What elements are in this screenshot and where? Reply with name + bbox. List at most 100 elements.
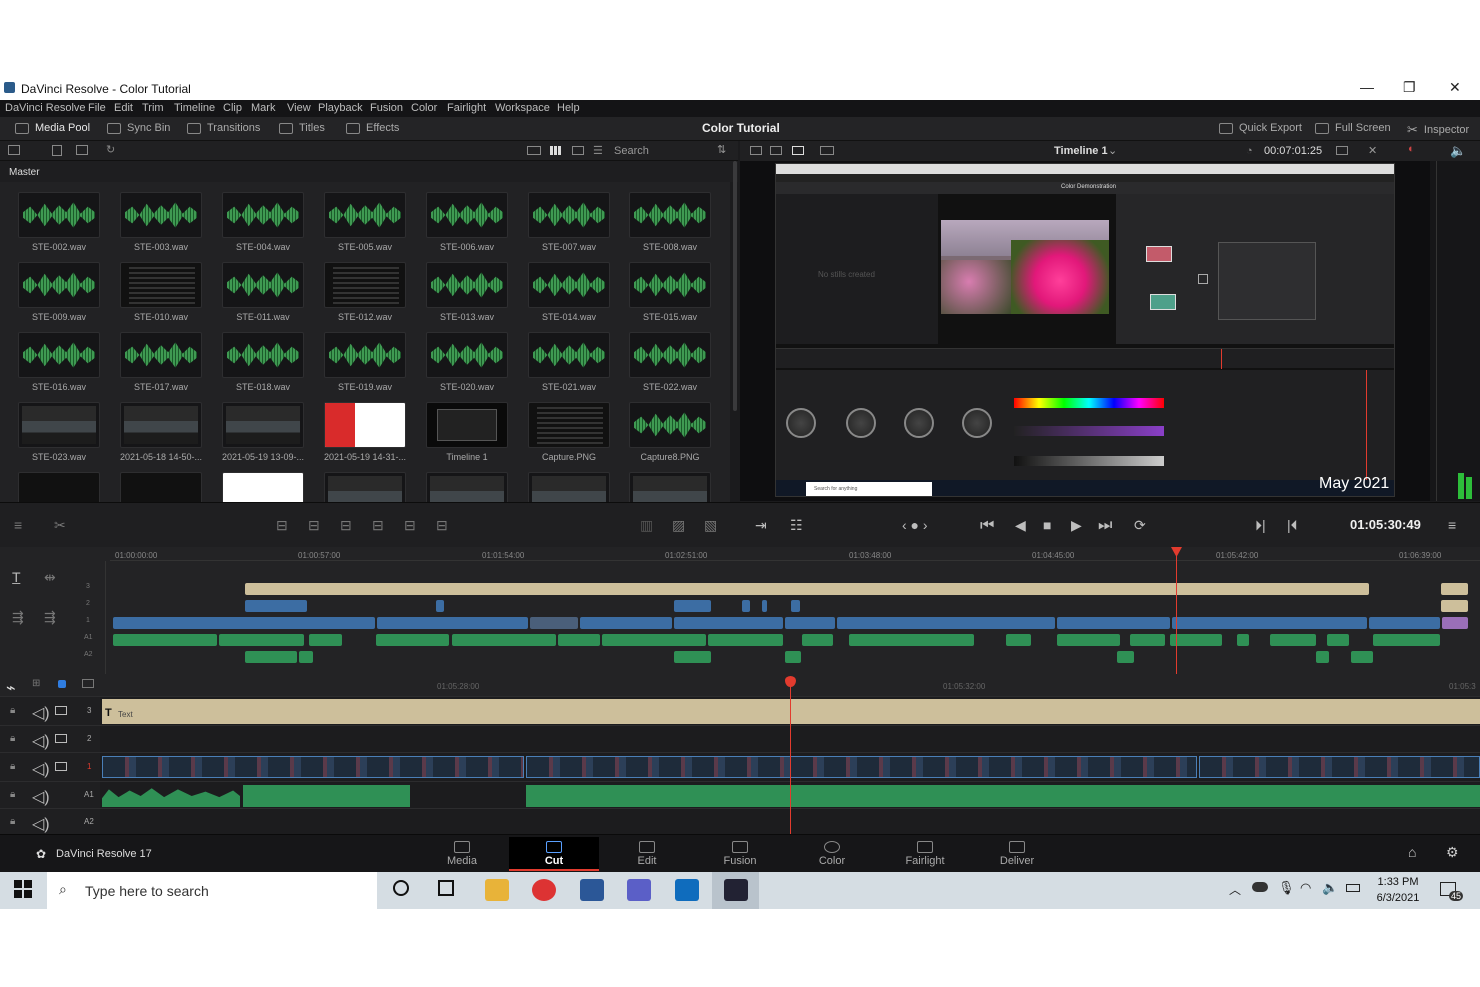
timeline-clip[interactable]: [1172, 617, 1367, 629]
track-lock-icon[interactable]: ⇶: [44, 609, 56, 626]
microphone-icon[interactable]: 🎙︎: [1278, 880, 1295, 896]
clip-thumbnail[interactable]: [629, 472, 711, 502]
thumbnail-view-icon[interactable]: [550, 146, 562, 155]
timeline-clip[interactable]: [299, 651, 313, 663]
timeline-clip[interactable]: [219, 634, 304, 646]
track-v1[interactable]: 🔒︎ ◁) 1: [0, 752, 1480, 782]
marker-icon[interactable]: [58, 680, 66, 688]
go-to-start-icon[interactable]: ⏮: [980, 517, 994, 535]
timeline-clip[interactable]: [674, 617, 783, 629]
clip-thumbnail[interactable]: 2021-05-19 14-31-...: [324, 402, 406, 462]
track-a1[interactable]: 🔒︎ ◁) A1: [0, 781, 1480, 809]
clip-thumbnail[interactable]: [426, 472, 508, 502]
quick-export-button[interactable]: Quick Export: [1219, 122, 1302, 134]
source-overwrite-icon[interactable]: ⊟: [436, 517, 448, 534]
home-icon[interactable]: ⌂: [1408, 844, 1416, 860]
timeline-clip[interactable]: [1441, 600, 1468, 612]
timeline-clip[interactable]: [1270, 634, 1316, 646]
upper-ruler[interactable]: 01:00:00:00 01:00:57:00 01:01:54:00 01:0…: [110, 547, 1480, 561]
go-to-end-icon[interactable]: ⏭: [1098, 517, 1112, 535]
new-bin-icon[interactable]: [52, 145, 62, 156]
play-icon[interactable]: ▶: [1071, 517, 1082, 534]
smooth-cut-icon[interactable]: ▧: [704, 517, 717, 534]
clip-thumbnail[interactable]: STE-017.wav: [120, 332, 202, 392]
media-pool-button[interactable]: Media Pool: [15, 122, 90, 134]
bin-name[interactable]: Master: [9, 167, 40, 178]
lock-icon[interactable]: 🔒︎: [10, 705, 15, 716]
timeline-clip[interactable]: [1006, 634, 1031, 646]
viewer-options-icon[interactable]: [1336, 146, 1348, 155]
video-clip[interactable]: [1199, 756, 1480, 778]
clip-thumbnail[interactable]: STE-004.wav: [222, 192, 304, 252]
clip-thumbnail[interactable]: [324, 472, 406, 502]
clip-thumbnail[interactable]: STE-007.wav: [528, 192, 610, 252]
battery-icon[interactable]: [1346, 884, 1360, 892]
timeline-clip[interactable]: [558, 634, 600, 646]
audio-trim-icon[interactable]: ≡: [14, 517, 22, 533]
clip-thumbnail[interactable]: Timeline 1: [426, 402, 508, 462]
color-wheel-icon[interactable]: ◐: [1408, 143, 1415, 155]
track-v3[interactable]: 🔒︎ ◁) 3 T Text: [0, 696, 1480, 726]
clip-thumbnail[interactable]: STE-002.wav: [18, 192, 100, 252]
clip-thumbnail[interactable]: STE-020.wav: [426, 332, 508, 392]
timeline-clip[interactable]: [762, 600, 767, 612]
clip-thumbnail[interactable]: STE-014.wav: [528, 262, 610, 322]
menu-fairlight[interactable]: Fairlight: [447, 102, 486, 114]
video-clip[interactable]: [102, 756, 524, 778]
timeline-clip[interactable]: [708, 634, 783, 646]
menu-help[interactable]: Help: [557, 102, 580, 114]
timeline-clip[interactable]: [1170, 634, 1222, 646]
place-on-top-icon[interactable]: ⊟: [404, 517, 416, 534]
timeline-clip[interactable]: [376, 634, 449, 646]
gear-icon[interactable]: ⚙: [1446, 844, 1459, 861]
audio-icon[interactable]: ◁): [32, 787, 50, 807]
menu-davinci[interactable]: DaVinci Resolve: [5, 102, 86, 114]
taskbar-search[interactable]: ⌕ Type here to search: [47, 872, 377, 909]
timeline-name[interactable]: Timeline 1: [1054, 145, 1108, 157]
track-v2[interactable]: 🔒︎ ◁) 2: [0, 725, 1480, 753]
timeline-clip[interactable]: [309, 634, 342, 646]
panel-toggle-icon[interactable]: [8, 145, 20, 155]
titles-button[interactable]: Titles: [279, 122, 325, 134]
menu-color[interactable]: Color: [411, 102, 437, 114]
video-clip[interactable]: [526, 756, 1197, 778]
clip-thumbnail[interactable]: STE-013.wav: [426, 262, 508, 322]
clip-thumbnail[interactable]: [120, 472, 202, 502]
menu-clip[interactable]: Clip: [223, 102, 242, 114]
filmstrip-view-icon[interactable]: [572, 146, 584, 155]
chevron-up-icon[interactable]: ︿: [1229, 881, 1241, 898]
timeline-clip[interactable]: [452, 634, 556, 646]
vivaldi-icon[interactable]: [532, 879, 556, 901]
source-tape-icon[interactable]: [770, 146, 782, 155]
video-toggle-icon[interactable]: [55, 762, 67, 771]
timeline-clip[interactable]: [1316, 651, 1329, 663]
smart-insert-icon[interactable]: ⊟: [276, 517, 288, 534]
clip-thumbnail[interactable]: STE-011.wav: [222, 262, 304, 322]
timeline-clip[interactable]: [1351, 651, 1373, 663]
word-icon[interactable]: [580, 879, 604, 901]
refresh-icon[interactable]: ↻: [106, 143, 115, 156]
page-color[interactable]: Color: [787, 837, 877, 871]
track-a2[interactable]: 🔒︎ ◁) A2: [0, 808, 1480, 835]
full-screen-button[interactable]: Full Screen: [1315, 122, 1391, 134]
timeline-clip[interactable]: [113, 634, 217, 646]
clip-thumbnail[interactable]: 2021-05-19 13-09-...: [222, 402, 304, 462]
windows-start-icon[interactable]: [14, 880, 32, 898]
timeline-clip[interactable]: [245, 600, 307, 612]
cortana-icon[interactable]: [393, 880, 409, 896]
audio-clip[interactable]: [243, 785, 410, 807]
clip-thumbnail[interactable]: STE-010.wav: [120, 262, 202, 322]
flag-icon[interactable]: [82, 679, 94, 688]
trim-mode-icon[interactable]: ⇥: [755, 517, 767, 534]
timeline-clip[interactable]: [785, 651, 801, 663]
inspector-button[interactable]: ✂ Inspector: [1407, 122, 1469, 138]
timeline-clip[interactable]: [849, 634, 974, 646]
timeline-clip[interactable]: [1373, 634, 1440, 646]
timeline-clip[interactable]: [245, 651, 297, 663]
audio-icon[interactable]: ◁): [32, 759, 50, 779]
lower-ruler[interactable]: ⌁ ⊞ 01:05:28:00 01:05:32:00 01:05:3: [0, 674, 1480, 697]
mark-in-icon[interactable]: ⏵|: [1255, 517, 1266, 534]
timeline-clip[interactable]: [602, 634, 706, 646]
reverse-icon[interactable]: ◀: [1015, 517, 1026, 534]
close-up-icon[interactable]: ⊟: [372, 517, 384, 534]
